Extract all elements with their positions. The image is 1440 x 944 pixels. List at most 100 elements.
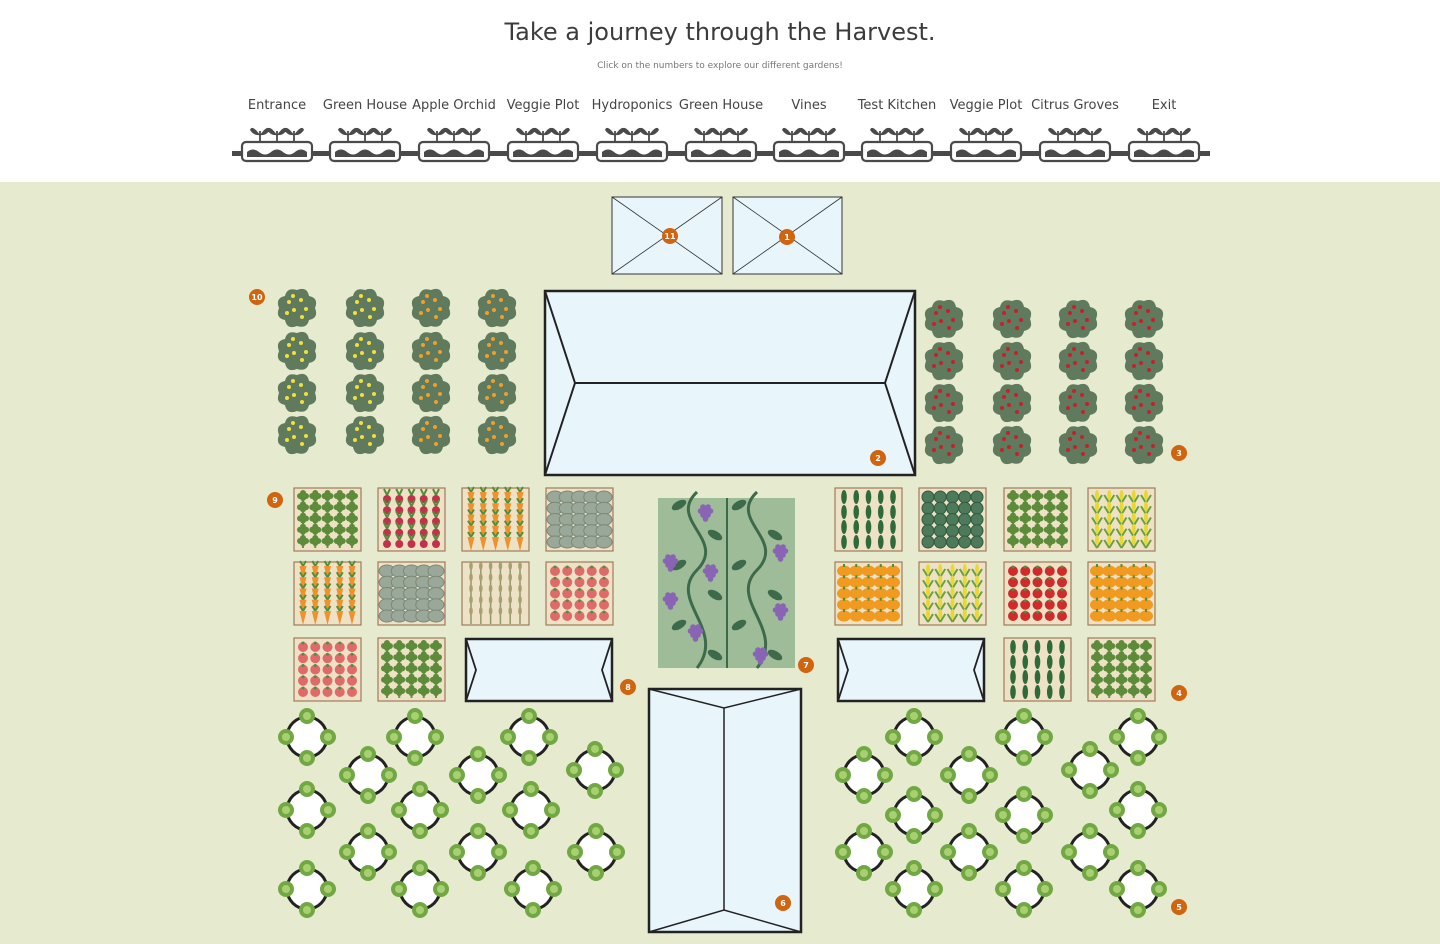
stem	[1145, 575, 1147, 579]
fruit	[291, 379, 295, 383]
lettuce-core	[1134, 864, 1142, 872]
fruit	[425, 421, 429, 425]
nav-item-apple-orchid[interactable]: Apple Orchid	[412, 98, 496, 163]
sprout-leaf	[1171, 127, 1181, 136]
fruit	[951, 444, 955, 448]
vine-trellis	[658, 490, 795, 669]
fruit	[425, 379, 429, 383]
map-marker-2[interactable]: 2	[870, 450, 886, 466]
floret	[300, 540, 306, 546]
map-marker-8[interactable]: 8	[620, 679, 636, 695]
nav-item-veggie-plot[interactable]: Veggie Plot	[950, 98, 1023, 163]
fruit	[1139, 610, 1153, 622]
fruit	[287, 385, 291, 389]
nav-item-veggie-plot[interactable]: Veggie Plot	[507, 98, 580, 163]
fruit	[367, 341, 371, 345]
calyx	[1060, 576, 1064, 580]
stem	[1132, 575, 1135, 579]
floret	[1010, 528, 1016, 535]
fruit	[355, 385, 359, 389]
greenhouse-exit	[647, 687, 803, 934]
calyx	[1048, 565, 1052, 569]
lettuce-plant	[995, 708, 1053, 766]
orange-tree	[477, 373, 517, 413]
lettuce-core	[1134, 754, 1142, 762]
fruit	[1085, 360, 1089, 364]
lettuce-core	[1041, 885, 1049, 893]
fruit	[1090, 599, 1104, 611]
calyx	[553, 588, 557, 591]
map-marker-6[interactable]: 6	[775, 895, 791, 911]
map-marker-4[interactable]: 4	[1171, 685, 1187, 701]
map-marker-3[interactable]: 3	[1171, 445, 1187, 461]
calyx	[326, 686, 329, 690]
lettuce-core	[437, 806, 445, 814]
fruit	[861, 588, 876, 599]
lettuce-core	[986, 771, 994, 779]
ear	[498, 562, 503, 570]
tree-canopy	[345, 331, 385, 371]
fruit	[368, 400, 372, 404]
map-marker-11[interactable]: 11	[662, 228, 678, 244]
fruit	[886, 588, 900, 599]
head	[427, 609, 445, 623]
map-marker-9[interactable]: 9	[267, 492, 283, 508]
fruit	[504, 307, 508, 311]
nav-item-entrance[interactable]: Entrance	[240, 98, 314, 163]
floret	[1059, 540, 1065, 546]
fruit	[1114, 565, 1129, 577]
fruit	[1059, 655, 1065, 669]
fruit	[367, 298, 371, 302]
calyx	[1060, 610, 1064, 614]
floret	[1130, 690, 1137, 696]
calyx	[565, 610, 569, 614]
map-marker-10[interactable]: 10	[249, 289, 265, 305]
tree-canopy	[277, 415, 317, 455]
nav-item-hydroponics[interactable]: Hydroponics	[592, 98, 673, 163]
nav-item-test-kitchen[interactable]: Test Kitchen	[857, 98, 937, 163]
fruit	[500, 442, 504, 446]
lettuce-core	[1155, 806, 1163, 814]
lettuce-core	[889, 733, 897, 741]
stem	[1120, 575, 1123, 579]
map-marker-5[interactable]: 5	[1171, 899, 1187, 915]
map-marker-7[interactable]: 7	[798, 657, 814, 673]
fruit	[1072, 389, 1076, 393]
head	[595, 535, 613, 549]
lettuce-core	[416, 785, 424, 793]
lettuce-core	[1107, 766, 1115, 774]
lemon-tree	[277, 373, 317, 413]
nav-item-citrus-groves[interactable]: Citrus Groves	[1031, 98, 1119, 163]
lettuce-core	[495, 848, 503, 856]
ear	[479, 573, 483, 582]
lettuce-core	[965, 827, 973, 835]
calyx	[338, 641, 342, 645]
calyx	[313, 641, 317, 645]
fruit	[1090, 610, 1104, 622]
fruit	[426, 308, 430, 312]
map-marker-1[interactable]: 1	[779, 229, 795, 245]
floret	[384, 645, 390, 651]
calyx	[1023, 610, 1027, 614]
floret	[324, 517, 331, 524]
nav-item-green-house[interactable]: Green House	[323, 98, 407, 163]
fruit	[485, 396, 489, 400]
fruit	[934, 311, 938, 315]
nav-item-green-house[interactable]: Green House	[679, 98, 763, 163]
floret	[324, 540, 331, 546]
garden-bed-cucumber	[834, 487, 903, 552]
lettuce-plant	[885, 860, 943, 918]
lettuce-core	[860, 750, 868, 758]
fruit	[938, 305, 942, 309]
planter-soil	[1134, 149, 1194, 157]
fruit	[946, 435, 950, 439]
fruit	[1139, 576, 1153, 588]
fruit	[499, 298, 503, 302]
hydroponics-building	[836, 637, 986, 703]
fruit	[1102, 565, 1117, 577]
nav-item-exit[interactable]: Exit	[1127, 98, 1201, 163]
stem	[843, 575, 845, 579]
nav-item-vines[interactable]: Vines	[772, 98, 846, 163]
fruit	[1034, 685, 1041, 699]
lettuce-core	[453, 848, 461, 856]
